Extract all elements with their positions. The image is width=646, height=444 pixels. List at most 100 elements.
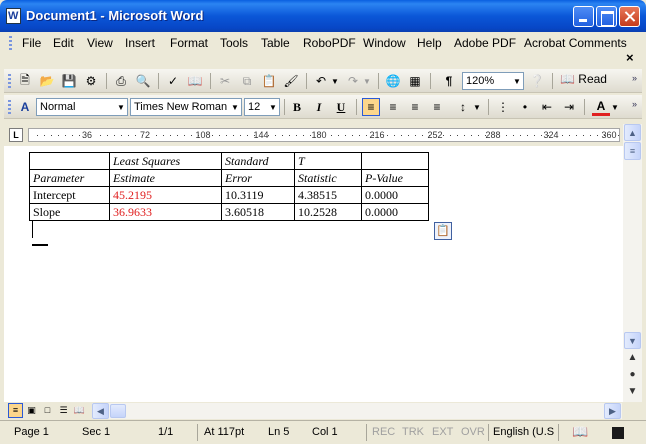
table-cell[interactable]: 3.60518 — [221, 203, 295, 221]
table-cell[interactable]: Standard — [221, 152, 295, 170]
align-right-icon[interactable]: ≡ — [406, 98, 424, 116]
paste-options-icon[interactable]: 📋 — [434, 222, 452, 240]
style-select[interactable]: Normal ▼ — [36, 98, 128, 116]
style-dropdown-icon[interactable]: ▼ — [115, 99, 127, 115]
menu-edit[interactable]: Edit — [53, 36, 74, 50]
menu-tools[interactable]: Tools — [220, 36, 248, 50]
table-cell[interactable]: Statistic — [294, 169, 362, 187]
font-color-icon[interactable]: A — [592, 98, 610, 116]
cut-icon[interactable]: ✂ — [216, 72, 234, 90]
status-language[interactable]: English (U.S — [493, 426, 554, 438]
redo-dropdown-icon[interactable]: ▼ — [362, 72, 372, 90]
format-painter-icon[interactable]: 🖌 — [282, 72, 300, 90]
macro-status-icon[interactable] — [612, 427, 624, 439]
toolbar-options-icon[interactable]: » — [632, 73, 640, 89]
status-rec[interactable]: REC — [372, 426, 395, 438]
table-cell[interactable]: T — [294, 152, 362, 170]
tab-selector[interactable]: L — [9, 128, 23, 142]
table-cell[interactable] — [29, 152, 110, 170]
menu-file[interactable]: File — [22, 36, 41, 50]
print-preview-icon[interactable]: 🔍 — [134, 72, 152, 90]
line-spacing-icon[interactable]: ↕ — [454, 98, 472, 116]
table-cell[interactable]: P-Value — [361, 169, 429, 187]
menu-help[interactable]: Help — [417, 36, 442, 50]
toolbar-options-icon[interactable]: » — [632, 99, 640, 115]
reading-layout-icon[interactable]: 📖 — [72, 403, 87, 418]
line-spacing-dropdown-icon[interactable]: ▼ — [472, 98, 482, 116]
font-size-select[interactable]: 12 ▼ — [244, 98, 280, 116]
menu-table[interactable]: Table — [261, 36, 290, 50]
undo-icon[interactable]: ↶ — [312, 72, 330, 90]
font-size-dropdown-icon[interactable]: ▼ — [267, 99, 279, 115]
table-cell[interactable]: 36.9633 — [109, 203, 222, 221]
table-cell[interactable]: Least Squares — [109, 152, 222, 170]
bullets-icon[interactable]: • — [516, 98, 534, 116]
table-cell[interactable]: 0.0000 — [361, 186, 429, 204]
underline-icon[interactable]: U — [332, 98, 350, 116]
menu-format[interactable]: Format — [170, 36, 208, 50]
table-cell[interactable]: 4.38515 — [294, 186, 362, 204]
table-cell[interactable]: Parameter — [29, 169, 110, 187]
font-dropdown-icon[interactable]: ▼ — [229, 99, 241, 115]
zoom-dropdown-icon[interactable]: ▼ — [511, 73, 523, 89]
copy-icon[interactable]: ⧉ — [238, 72, 256, 90]
table-cell[interactable]: 10.2528 — [294, 203, 362, 221]
document-page[interactable]: Least Squares Standard T Parameter Estim… — [4, 146, 623, 402]
close-window-button[interactable] — [619, 6, 640, 27]
numbering-icon[interactable]: ⋮ — [494, 98, 512, 116]
outline-view-icon[interactable]: ☰ — [56, 403, 71, 418]
next-page-icon[interactable]: ▼ — [626, 386, 639, 402]
spelling-icon[interactable]: ✓ — [164, 72, 182, 90]
read-button[interactable]: 📖 Read — [558, 72, 607, 90]
spelling-status-icon[interactable]: 📖 — [572, 424, 588, 440]
menu-insert[interactable]: Insert — [125, 36, 155, 50]
vertical-scrollbar[interactable]: ▲ ≡ ▼ ▲ ● ▼ — [623, 124, 642, 402]
save-icon[interactable]: 💾 — [60, 72, 78, 90]
decrease-indent-icon[interactable]: ⇤ — [538, 98, 556, 116]
align-left-icon[interactable]: ≡ — [362, 98, 380, 116]
web-layout-icon[interactable]: ▣ — [24, 403, 39, 418]
title-bar[interactable]: Document1 - Microsoft Word — [0, 0, 646, 32]
table-cell[interactable]: 0.0000 — [361, 203, 429, 221]
table-cell[interactable]: Error — [221, 169, 295, 187]
previous-page-icon[interactable]: ▲ — [626, 352, 639, 368]
paste-icon[interactable]: 📋 — [260, 72, 278, 90]
align-center-icon[interactable]: ≡ — [384, 98, 402, 116]
menu-window[interactable]: Window — [363, 36, 406, 50]
scroll-down-icon[interactable]: ▼ — [624, 332, 641, 349]
table-cell[interactable]: Estimate — [109, 169, 222, 187]
table-cell[interactable] — [361, 152, 429, 170]
zoom-select[interactable]: 120% ▼ — [462, 72, 524, 90]
table-cell[interactable]: 45.2195 — [109, 186, 222, 204]
insert-hyperlink-icon[interactable]: 🌐 — [384, 72, 402, 90]
scroll-left-icon[interactable]: ◀ — [92, 403, 109, 419]
minimize-button[interactable] — [573, 6, 594, 27]
scroll-thumb[interactable]: ≡ — [624, 142, 641, 160]
normal-view-icon[interactable]: ≡ — [8, 403, 23, 418]
open-folder-icon[interactable]: 📂 — [38, 72, 56, 90]
italic-icon[interactable]: I — [310, 98, 328, 116]
bold-icon[interactable]: B — [288, 98, 306, 116]
menu-grip[interactable] — [9, 36, 12, 50]
toolbar-grip[interactable] — [8, 74, 11, 88]
scroll-right-icon[interactable]: ▶ — [604, 403, 621, 419]
table-cell[interactable]: Slope — [29, 203, 110, 221]
status-trk[interactable]: TRK — [402, 426, 424, 438]
justify-icon[interactable]: ≡ — [428, 98, 446, 116]
horizontal-scrollbar[interactable]: ◀ ▶ — [92, 403, 622, 419]
word-app-icon[interactable] — [6, 8, 21, 24]
menu-acrobat-comments[interactable]: Acrobat Comments — [524, 36, 627, 50]
font-select[interactable]: Times New Roman ▼ — [130, 98, 242, 116]
status-ovr[interactable]: OVR — [461, 426, 485, 438]
styles-formatting-icon[interactable]: A — [16, 98, 34, 116]
font-color-dropdown-icon[interactable]: ▼ — [610, 98, 620, 116]
show-hide-pilcrow-icon[interactable]: ¶ — [440, 72, 458, 90]
undo-dropdown-icon[interactable]: ▼ — [330, 72, 340, 90]
tables-borders-icon[interactable]: ▦ — [406, 72, 424, 90]
horizontal-scroll-thumb[interactable] — [110, 404, 126, 418]
table-cell[interactable]: 10.3119 — [221, 186, 295, 204]
regression-table[interactable]: Least Squares Standard T Parameter Estim… — [29, 152, 429, 221]
print-layout-icon[interactable]: □ — [40, 403, 55, 418]
scroll-up-icon[interactable]: ▲ — [624, 124, 641, 141]
toolbar-grip[interactable] — [8, 100, 11, 114]
